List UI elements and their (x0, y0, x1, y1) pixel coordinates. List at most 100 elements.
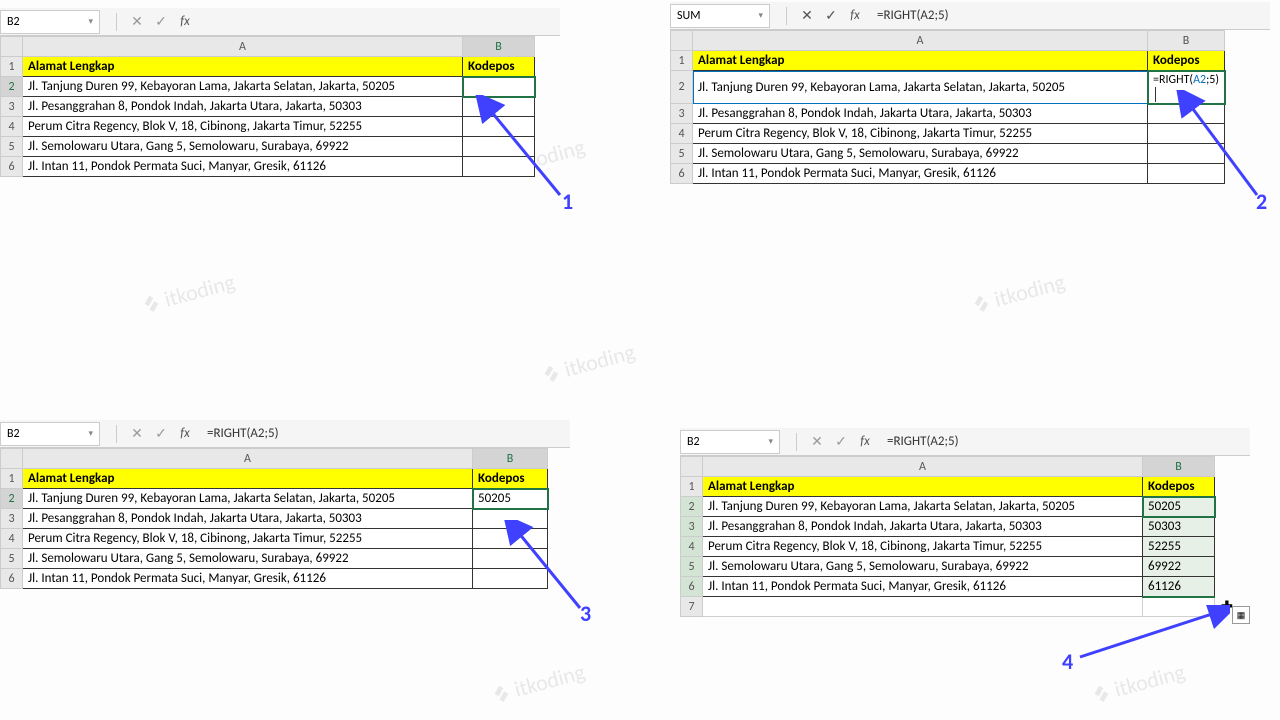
dropdown-icon[interactable]: ▾ (768, 436, 773, 447)
data-cell[interactable]: Jl. Tanjung Duren 99, Kebayoran Lama, Ja… (23, 489, 473, 509)
data-cell[interactable]: Perum Citra Regency, Blok V, 18, Cibinon… (23, 529, 473, 549)
spreadsheet-panel-3: B2▾ ✕ ✓ fx =RIGHT(A2;5) AB 1Alamat Lengk… (0, 420, 570, 589)
corner-cell[interactable] (1, 449, 23, 469)
name-box[interactable]: SUM▾ (670, 4, 770, 28)
col-header-a[interactable]: A (23, 37, 463, 57)
header-cell[interactable]: Kodepos (1143, 477, 1215, 497)
row-header[interactable]: 4 (681, 537, 703, 557)
fx-icon[interactable]: fx (173, 14, 197, 29)
formula-input[interactable]: =RIGHT(A2;5) (877, 434, 1250, 449)
col-header-b[interactable]: B (1148, 31, 1225, 51)
data-cell[interactable]: Jl. Intan 11, Pondok Permata Suci, Manya… (703, 577, 1143, 597)
row-header[interactable]: 6 (1, 569, 23, 589)
header-cell[interactable]: Alamat Lengkap (23, 57, 463, 77)
row-header[interactable]: 3 (1, 97, 23, 117)
row-header[interactable]: 1 (681, 477, 703, 497)
col-header-b[interactable]: B (463, 37, 535, 57)
cancel-icon[interactable]: ✕ (805, 433, 829, 450)
data-cell[interactable]: Jl. Pesanggrahan 8, Pondok Indah, Jakart… (23, 97, 463, 117)
row-header[interactable]: 4 (1, 117, 23, 137)
cancel-icon[interactable]: ✕ (125, 13, 149, 30)
name-box[interactable]: B2▾ (680, 430, 780, 454)
row-header[interactable]: 4 (671, 124, 693, 144)
cancel-icon[interactable]: ✕ (795, 7, 819, 24)
row-header[interactable]: 3 (1, 509, 23, 529)
row-header[interactable]: 6 (1, 157, 23, 177)
row-header[interactable]: 2 (1, 489, 23, 509)
row-header[interactable]: 2 (681, 497, 703, 517)
corner-cell[interactable] (1, 37, 23, 57)
fill-cell[interactable]: 52255 (1143, 537, 1215, 557)
data-cell[interactable]: Jl. Semolowaru Utara, Gang 5, Semolowaru… (23, 549, 473, 569)
fill-cell[interactable]: 69922 (1143, 557, 1215, 577)
name-box[interactable]: B2▾ (0, 10, 100, 34)
data-cell[interactable]: Jl. Intan 11, Pondok Permata Suci, Manya… (693, 164, 1148, 184)
row-header[interactable]: 2 (1, 77, 23, 97)
data-cell[interactable]: Jl. Intan 11, Pondok Permata Suci, Manya… (23, 569, 473, 589)
data-cell[interactable]: Jl. Tanjung Duren 99, Kebayoran Lama, Ja… (703, 497, 1143, 517)
fx-icon[interactable]: fx (853, 434, 877, 449)
data-cell[interactable]: Jl. Pesanggrahan 8, Pondok Indah, Jakart… (703, 517, 1143, 537)
row-header[interactable]: 1 (1, 469, 23, 489)
selected-cell[interactable] (463, 77, 535, 97)
header-cell[interactable]: Alamat Lengkap (693, 51, 1148, 71)
name-box[interactable]: B2▾ (0, 422, 100, 446)
formula-bar: B2▾ ✕ ✓ fx =RIGHT(A2;5) (0, 420, 570, 448)
row-header[interactable]: 1 (671, 51, 693, 71)
data-cell[interactable]: Jl. Tanjung Duren 99, Kebayoran Lama, Ja… (23, 77, 463, 97)
row-header[interactable]: 4 (1, 529, 23, 549)
data-cell[interactable]: Jl. Pesanggrahan 8, Pondok Indah, Jakart… (693, 104, 1148, 124)
data-cell[interactable]: Jl. Semolowaru Utara, Gang 5, Semolowaru… (23, 137, 463, 157)
fx-icon[interactable]: fx (843, 8, 867, 23)
annotation-arrow (475, 95, 575, 205)
dropdown-icon[interactable]: ▾ (88, 428, 93, 439)
formula-input[interactable]: =RIGHT(A2;5) (197, 426, 570, 441)
row-header[interactable]: 5 (1, 549, 23, 569)
dropdown-icon[interactable]: ▾ (88, 16, 93, 27)
row-header[interactable]: 1 (1, 57, 23, 77)
accept-icon[interactable]: ✓ (829, 433, 853, 450)
accept-icon[interactable]: ✓ (149, 13, 173, 30)
row-header[interactable]: 6 (681, 577, 703, 597)
fill-cell[interactable]: 61126 (1143, 577, 1215, 597)
fill-cell[interactable]: 50205 (1143, 497, 1215, 517)
data-cell[interactable]: Jl. Semolowaru Utara, Gang 5, Semolowaru… (693, 144, 1148, 164)
accept-icon[interactable]: ✓ (149, 425, 173, 442)
data-cell[interactable]: Jl. Intan 11, Pondok Permata Suci, Manya… (23, 157, 463, 177)
data-cell[interactable]: Jl. Tanjung Duren 99, Kebayoran Lama, Ja… (693, 71, 1148, 104)
corner-cell[interactable] (681, 457, 703, 477)
data-cell[interactable]: Jl. Semolowaru Utara, Gang 5, Semolowaru… (703, 557, 1143, 577)
data-cell[interactable]: Perum Citra Regency, Blok V, 18, Cibinon… (703, 537, 1143, 557)
header-cell[interactable]: Kodepos (463, 57, 535, 77)
col-header-a[interactable]: A (693, 31, 1148, 51)
data-cell[interactable]: Perum Citra Regency, Blok V, 18, Cibinon… (693, 124, 1148, 144)
data-cell[interactable]: Perum Citra Regency, Blok V, 18, Cibinon… (23, 117, 463, 137)
data-cell[interactable]: Jl. Pesanggrahan 8, Pondok Indah, Jakart… (23, 509, 473, 529)
row-header[interactable]: 3 (671, 104, 693, 124)
row-header[interactable]: 2 (671, 71, 693, 104)
row-header[interactable]: 5 (681, 557, 703, 577)
header-cell[interactable]: Alamat Lengkap (23, 469, 473, 489)
row-header[interactable]: 5 (1, 137, 23, 157)
col-header-b[interactable]: B (1143, 457, 1215, 477)
dropdown-icon[interactable]: ▾ (758, 10, 763, 21)
grid: AB 1Alamat LengkapKodepos 2Jl. Tanjung D… (0, 448, 548, 589)
cancel-icon[interactable]: ✕ (125, 425, 149, 442)
watermark: itkoding (488, 658, 588, 709)
row-header[interactable]: 3 (681, 517, 703, 537)
corner-cell[interactable] (671, 31, 693, 51)
accept-icon[interactable]: ✓ (819, 7, 843, 24)
header-cell[interactable]: Kodepos (1148, 51, 1225, 71)
row-header[interactable]: 7 (681, 597, 703, 617)
row-header[interactable]: 5 (671, 144, 693, 164)
formula-input[interactable]: =RIGHT(A2;5) (867, 8, 1270, 23)
selected-cell[interactable]: 50205 (473, 489, 548, 509)
row-header[interactable]: 6 (671, 164, 693, 184)
col-header-b[interactable]: B (473, 449, 548, 469)
col-header-a[interactable]: A (23, 449, 473, 469)
fx-icon[interactable]: fx (173, 426, 197, 441)
header-cell[interactable]: Alamat Lengkap (703, 477, 1143, 497)
fill-cell[interactable]: 50303 (1143, 517, 1215, 537)
col-header-a[interactable]: A (703, 457, 1143, 477)
header-cell[interactable]: Kodepos (473, 469, 548, 489)
